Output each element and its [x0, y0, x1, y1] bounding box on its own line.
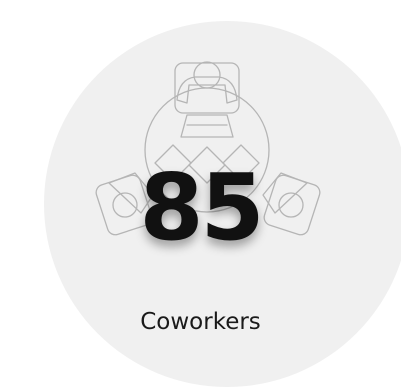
person-top-shoulders — [176, 76, 238, 104]
laptop-top — [180, 114, 234, 138]
person-top-head — [193, 61, 221, 89]
stat-label: Coworkers — [140, 309, 261, 335]
stat-number: 85 — [139, 154, 264, 261]
coworkers-stat-card: 85 Coworkers — [0, 0, 401, 387]
